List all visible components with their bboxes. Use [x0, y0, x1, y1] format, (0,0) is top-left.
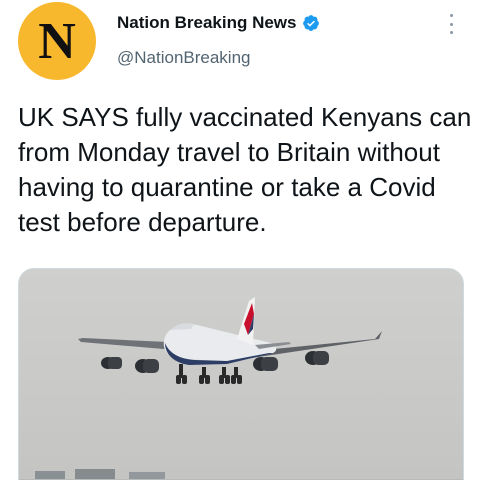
display-name[interactable]: Nation Breaking News [117, 13, 297, 33]
more-dot [449, 31, 453, 34]
tweet-text: UK SAYS fully vaccinated Kenyans can fro… [18, 102, 472, 237]
more-options-icon[interactable] [443, 12, 459, 36]
more-dot [449, 22, 453, 26]
handle[interactable]: @NationBreaking [117, 48, 251, 68]
avatar[interactable]: N [18, 2, 96, 80]
tweet-photo[interactable] [18, 268, 464, 480]
landing-gear [176, 364, 242, 384]
airplane-photo [19, 297, 463, 480]
verified-badge-icon [302, 14, 320, 32]
avatar-logo-letter: N [38, 13, 76, 70]
tweet-card[interactable]: N Nation Breaking News @NationBreaking U… [0, 0, 480, 480]
more-dot [449, 14, 453, 17]
author-name-row[interactable]: Nation Breaking News [117, 12, 320, 34]
